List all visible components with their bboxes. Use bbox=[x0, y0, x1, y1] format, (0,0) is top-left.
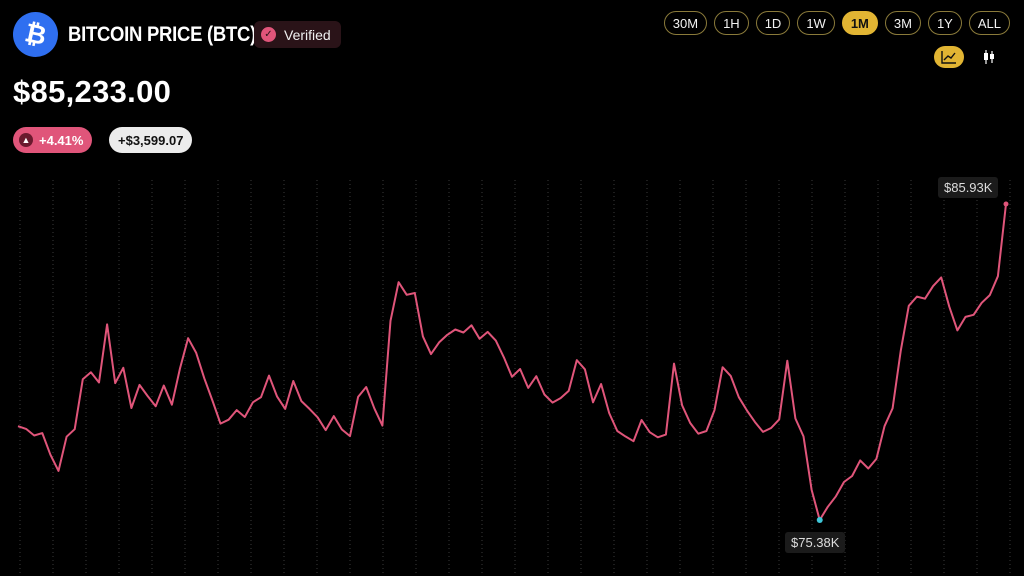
min-price-label: $75.38K bbox=[785, 532, 846, 553]
max-price-label: $85.93K bbox=[938, 177, 999, 198]
price-chart[interactable] bbox=[0, 0, 1024, 576]
max-point bbox=[1003, 201, 1009, 207]
min-point bbox=[816, 517, 823, 523]
price-line bbox=[17, 203, 1007, 521]
